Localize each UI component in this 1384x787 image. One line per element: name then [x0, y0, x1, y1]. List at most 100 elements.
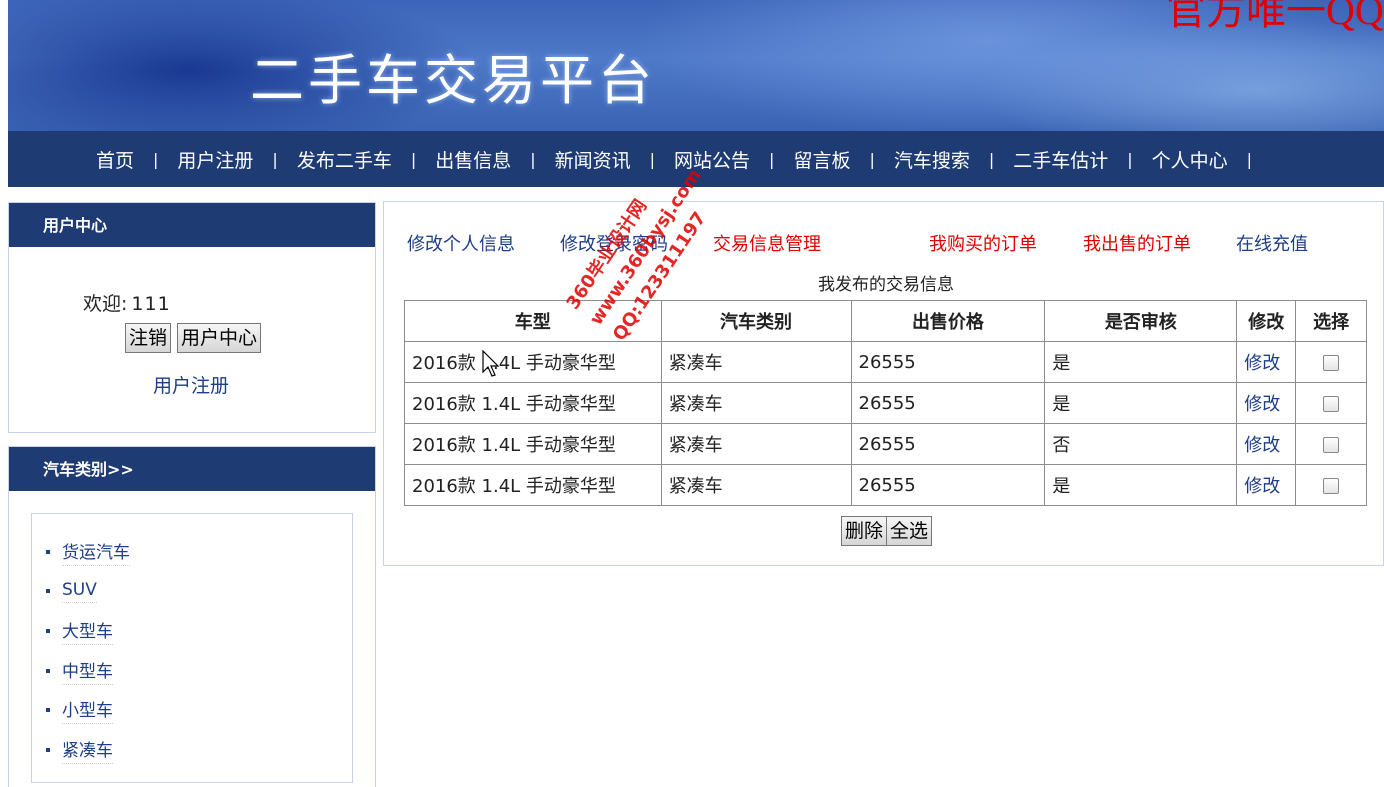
nav-separator: |: [869, 149, 875, 169]
edit-link[interactable]: 修改: [1244, 476, 1280, 497]
cell-model: 2016款 1.4L 手动豪华型: [404, 341, 662, 383]
mouse-cursor-icon: [482, 350, 500, 377]
nav-separator: |: [1127, 149, 1133, 169]
column-header-approved: 是否审核: [1044, 300, 1238, 342]
row-checkbox[interactable]: [1323, 477, 1340, 494]
edit-link[interactable]: 修改: [1244, 353, 1280, 374]
row-checkbox[interactable]: [1323, 395, 1340, 412]
category-label: 货运汽车: [62, 538, 130, 566]
cell-select: [1295, 341, 1367, 383]
cell-model: 2016款 1.4L 手动豪华型: [404, 423, 662, 465]
cell-category: 紧凑车: [660, 341, 852, 383]
nav-separator: |: [530, 149, 536, 169]
user-center-title: 用户中心: [9, 203, 375, 247]
cell-category: 紧凑车: [660, 382, 852, 424]
nav-item-news[interactable]: 新闻资讯: [555, 146, 631, 173]
cell-price: 26555: [850, 382, 1046, 424]
category-item-midsize[interactable]: 中型车: [46, 651, 130, 691]
table-caption: 我发布的交易信息: [818, 275, 954, 295]
category-item-freight[interactable]: 货运汽车: [46, 532, 130, 572]
user-center-panel: 用户中心 欢迎: 111 注销 用户中心 用户注册: [8, 202, 376, 433]
nav-item-home[interactable]: 首页: [96, 146, 134, 173]
cell-select: [1295, 382, 1367, 424]
table-row: 2016款 1.4L 手动豪华型 紧凑车 26555 是 修改: [404, 464, 1367, 506]
header-banner: 二手车交易平台 官方唯一QQ: [8, 0, 1384, 131]
nav-item-sale-info[interactable]: 出售信息: [435, 146, 511, 173]
nav-separator: |: [1246, 149, 1253, 169]
cell-approved: 是: [1044, 341, 1238, 383]
nav-separator: |: [649, 149, 656, 169]
car-category-panel: 汽车类别>> 货运汽车 SUV 大型车 中型车 小型车 紧凑车: [8, 446, 376, 787]
edit-link[interactable]: 修改: [1244, 435, 1280, 456]
category-item-large[interactable]: 大型车: [46, 611, 130, 651]
column-header-model: 车型: [404, 300, 662, 342]
tab-recharge[interactable]: 在线充值: [1236, 230, 1308, 256]
table-row: 2016款 1.4L 手动豪华型 紧凑车 26555 是 修改: [404, 341, 1367, 383]
edit-link[interactable]: 修改: [1244, 394, 1280, 415]
table-row: 2016款 1.4L 手动豪华型 紧凑车 26555 否 修改: [404, 423, 1367, 465]
main-nav: 首页 | 用户注册 | 发布二手车 | 出售信息 | 新闻资讯 | 网站公告 |…: [8, 131, 1384, 187]
nav-item-announcements[interactable]: 网站公告: [674, 146, 750, 173]
trade-info-table: 车型 汽车类别 出售价格 是否审核 修改 选择 2016款 1.4L 手动豪华型…: [404, 300, 1367, 506]
category-label: SUV: [62, 580, 97, 603]
column-header-edit: 修改: [1236, 300, 1297, 342]
nav-item-register[interactable]: 用户注册: [177, 146, 253, 173]
nav-separator: |: [769, 149, 775, 169]
category-label: 紧凑车: [62, 736, 113, 764]
bullet-icon: [46, 549, 50, 554]
welcome-username: 111: [131, 293, 171, 315]
cell-approved: 是: [1044, 382, 1238, 424]
category-item-compact[interactable]: 紧凑车: [46, 730, 130, 770]
nav-separator: |: [988, 149, 995, 169]
cell-category: 紧凑车: [660, 423, 852, 465]
column-header-select: 选择: [1295, 300, 1367, 342]
banner-corner-text: 官方唯一QQ: [1166, 0, 1384, 33]
nav-item-publish-car[interactable]: 发布二手车: [297, 146, 392, 173]
column-header-price: 出售价格: [850, 300, 1046, 342]
column-header-category: 汽车类别: [660, 300, 852, 342]
bullet-icon: [46, 589, 50, 594]
tab-trade-management[interactable]: 交易信息管理: [713, 230, 821, 256]
cell-edit: 修改: [1236, 423, 1297, 465]
table-row: 2016款 1.4L 手动豪华型 紧凑车 26555 是 修改: [404, 382, 1367, 424]
cell-price: 26555: [850, 423, 1046, 465]
nav-separator: |: [153, 149, 159, 169]
bullet-icon: [46, 628, 50, 633]
cell-category: 紧凑车: [660, 464, 852, 506]
category-item-suv[interactable]: SUV: [46, 572, 130, 612]
category-label: 大型车: [62, 617, 113, 645]
tab-my-purchases[interactable]: 我购买的订单: [929, 230, 1037, 256]
bullet-icon: [46, 708, 50, 713]
logout-button[interactable]: 注销: [125, 323, 172, 353]
car-category-title: 汽车类别>>: [9, 447, 375, 491]
nav-item-personal-center[interactable]: 个人中心: [1152, 146, 1228, 173]
cell-price: 26555: [850, 341, 1046, 383]
cell-approved: 是: [1044, 464, 1238, 506]
table-header-row: 车型 汽车类别 出售价格 是否审核 修改 选择: [404, 300, 1367, 342]
tab-change-password[interactable]: 修改登录密码: [560, 230, 668, 256]
welcome-message: 欢迎: 111: [83, 289, 171, 316]
cell-price: 26555: [850, 464, 1046, 506]
category-item-small[interactable]: 小型车: [46, 690, 130, 730]
tab-my-sales[interactable]: 我出售的订单: [1083, 230, 1191, 256]
category-list: 货运汽车 SUV 大型车 中型车 小型车 紧凑车: [46, 532, 130, 770]
row-checkbox[interactable]: [1323, 354, 1340, 371]
row-checkbox[interactable]: [1323, 436, 1340, 453]
nav-item-message-board[interactable]: 留言板: [793, 146, 850, 173]
user-center-button[interactable]: 用户中心: [177, 323, 262, 353]
cell-edit: 修改: [1236, 382, 1297, 424]
category-label: 中型车: [62, 657, 113, 685]
bullet-icon: [46, 747, 50, 752]
nav-separator: |: [410, 149, 417, 169]
cell-approved: 否: [1044, 423, 1238, 465]
select-all-button[interactable]: 全选: [886, 516, 933, 546]
cell-edit: 修改: [1236, 464, 1297, 506]
tab-edit-profile[interactable]: 修改个人信息: [407, 230, 515, 256]
cell-select: [1295, 423, 1367, 465]
nav-item-car-search[interactable]: 汽车搜索: [894, 146, 970, 173]
category-label: 小型车: [62, 696, 113, 725]
delete-button[interactable]: 删除: [841, 516, 888, 546]
nav-separator: |: [272, 149, 278, 169]
register-link[interactable]: 用户注册: [153, 371, 229, 398]
nav-item-valuation[interactable]: 二手车估计: [1013, 146, 1108, 173]
